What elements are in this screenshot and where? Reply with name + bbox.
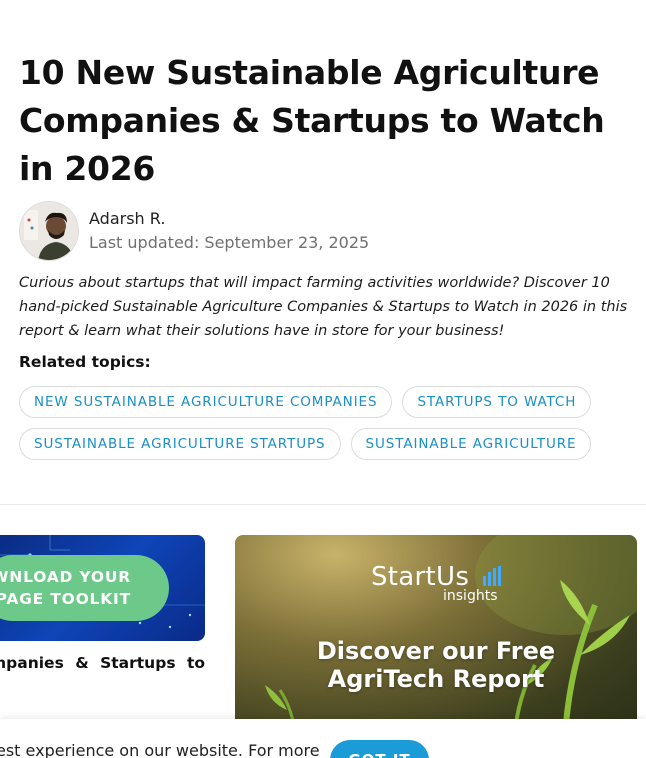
cookie-consent-bar: est experience on our website. For more … xyxy=(0,719,646,758)
related-topics-label: Related topics: xyxy=(19,353,151,371)
agritech-report-banner[interactable]: StartUs insights Discover our Free AgriT… xyxy=(235,535,637,735)
related-topics-tags: New Sustainable Agriculture Companies St… xyxy=(19,386,639,470)
last-updated-date: Last updated: September 23, 2025 xyxy=(89,233,370,252)
author-avatar[interactable] xyxy=(19,201,79,261)
startus-insights-logo: StartUs insights xyxy=(371,562,501,604)
brand-subtitle: insights xyxy=(443,588,498,604)
cta-line-2: PAGE TOOLKIT xyxy=(0,590,131,608)
toolkit-caption[interactable]: mpanies & Startups to xyxy=(0,654,205,672)
author-name[interactable]: Adarsh R. xyxy=(89,207,369,231)
promo-line-1: Discover our Free xyxy=(316,637,556,665)
article-intro: Curious about startups that will impact … xyxy=(19,275,628,339)
download-toolkit-button[interactable]: WNLOAD YOUR PAGE TOOLKIT xyxy=(0,555,169,621)
article-title: 10 New Sustainable Agriculture Companies… xyxy=(19,53,605,188)
author-block: Adarsh R. Last updated: September 23, 20… xyxy=(19,201,369,261)
cta-line-1: WNLOAD YOUR xyxy=(0,568,131,586)
brand-name: StartUs xyxy=(371,562,470,592)
tag-sustainable-agriculture-startups[interactable]: Sustainable Agriculture Startups xyxy=(19,428,341,460)
promo-line-2: AgriTech Report xyxy=(327,665,545,693)
promo-heading: Discover our Free AgriTech Report xyxy=(235,637,637,693)
tag-startups-to-watch[interactable]: Startups to Watch xyxy=(402,386,592,418)
tag-sustainable-agriculture[interactable]: Sustainable Agriculture xyxy=(350,428,592,460)
cookie-message: est experience on our website. For more xyxy=(0,741,320,758)
tag-new-sustainable-agriculture-companies[interactable]: New Sustainable Agriculture Companies xyxy=(19,386,393,418)
bar-chart-icon xyxy=(483,566,501,586)
section-divider xyxy=(0,504,646,505)
cookie-accept-button[interactable]: GOT IT xyxy=(330,740,429,758)
